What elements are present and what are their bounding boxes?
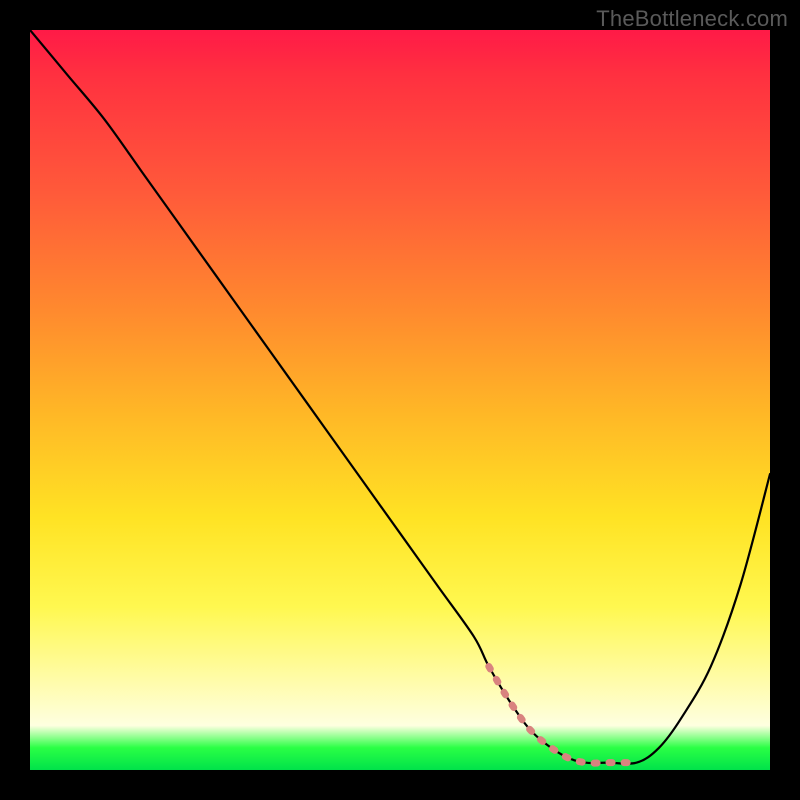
watermark-text: TheBottleneck.com — [596, 6, 788, 32]
optimal-range-marker — [489, 666, 637, 763]
plot-area — [30, 30, 770, 770]
bottleneck-curve — [30, 30, 770, 764]
curve-layer — [30, 30, 770, 770]
chart-container: TheBottleneck.com — [0, 0, 800, 800]
